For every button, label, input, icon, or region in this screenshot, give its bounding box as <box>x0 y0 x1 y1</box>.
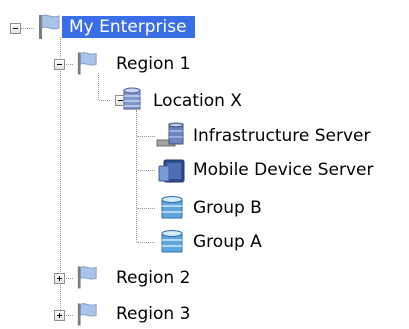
group-icon <box>161 230 183 253</box>
collapse-toggle[interactable] <box>54 59 65 70</box>
tree-connector <box>137 170 155 171</box>
tree-node-label: Mobile Device Server <box>193 160 374 180</box>
collapse-toggle[interactable] <box>10 23 21 34</box>
tree-node-label: Location X <box>153 91 242 111</box>
tree-view: My Enterprise Region 1 Location X Infras… <box>0 0 409 329</box>
flag-icon <box>77 52 97 75</box>
tree-connector <box>21 28 34 29</box>
tree-node-label: Group B <box>193 198 262 218</box>
infrastructure-server-icon <box>156 122 184 147</box>
expand-toggle[interactable] <box>54 310 65 321</box>
mobile-device-server-icon <box>158 159 185 183</box>
tree-connector <box>98 73 99 100</box>
database-icon <box>123 87 141 110</box>
tree-node-label: Region 2 <box>116 268 191 288</box>
tree-connector <box>137 208 155 209</box>
flag-icon <box>77 303 97 326</box>
tree-node-label: Infrastructure Server <box>193 126 371 146</box>
tree-connector <box>99 100 110 101</box>
tree-node-label: Region 1 <box>116 54 191 74</box>
tree-node-label: My Enterprise <box>62 16 195 38</box>
flag-icon <box>77 266 97 289</box>
tree-node-label: Group A <box>193 232 262 252</box>
flag-icon <box>39 14 60 39</box>
expand-toggle[interactable] <box>54 273 65 284</box>
tree-node-label: Region 3 <box>116 304 191 324</box>
group-icon <box>161 196 183 219</box>
tree-connector <box>137 136 155 137</box>
tree-connector <box>137 242 155 243</box>
tree-connector <box>136 110 137 242</box>
